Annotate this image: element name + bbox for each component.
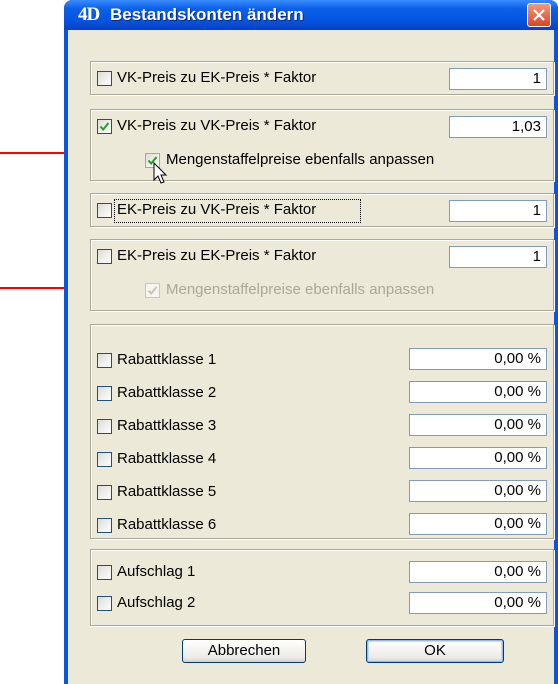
close-button[interactable] bbox=[527, 3, 551, 27]
checkbox-rabatt-5[interactable] bbox=[97, 485, 112, 500]
label-rabatt-3: Rabattklasse 3 bbox=[117, 417, 217, 434]
checkbox-rabatt-4[interactable] bbox=[97, 452, 112, 467]
group-vk-vk: VK-Preis zu VK-Preis * Faktor 1,03 Menge… bbox=[90, 109, 554, 184]
ok-button[interactable]: OK bbox=[366, 639, 504, 663]
checkbox-vk-ek[interactable] bbox=[97, 71, 112, 86]
value-field-aufschlag-1[interactable]: 0,00 % bbox=[409, 561, 547, 583]
group-vk-ek: VK-Preis zu EK-Preis * Faktor 1 bbox=[90, 61, 554, 95]
label-mengenstaffel-1: Mengenstaffelpreise ebenfalls anpassen bbox=[166, 151, 435, 168]
checkbox-vk-vk[interactable] bbox=[97, 119, 112, 134]
label-aufschlag-2: Aufschlag 2 bbox=[117, 594, 196, 611]
app-logo: 4D bbox=[78, 4, 100, 25]
factor-field-ek-vk[interactable]: 1 bbox=[449, 200, 547, 222]
checkbox-rabatt-3[interactable] bbox=[97, 419, 112, 434]
label-rabatt-2: Rabattklasse 2 bbox=[117, 384, 217, 401]
checkbox-rabatt-6[interactable] bbox=[97, 518, 112, 533]
label-rabatt-4: Rabattklasse 4 bbox=[117, 450, 217, 467]
label-rabatt-6: Rabattklasse 6 bbox=[117, 516, 217, 533]
checkbox-mengenstaffel-2[interactable] bbox=[145, 283, 160, 298]
checkbox-aufschlag-2[interactable] bbox=[97, 596, 112, 611]
group-ek-ek: EK-Preis zu EK-Preis * Faktor 1 Mengenst… bbox=[90, 239, 554, 311]
label-ek-ek: EK-Preis zu EK-Preis * Faktor bbox=[117, 247, 317, 264]
title-bar: 4D Bestandskonten ändern bbox=[64, 0, 558, 30]
label-aufschlag-1: Aufschlag 1 bbox=[117, 563, 196, 580]
label-vk-ek: VK-Preis zu EK-Preis * Faktor bbox=[117, 69, 317, 86]
dialog-window: 4D Bestandskonten ändern VK-Preis zu EK-… bbox=[64, 0, 558, 684]
dialog-client: VK-Preis zu EK-Preis * Faktor 1 VK-Preis… bbox=[68, 30, 554, 684]
label-mengenstaffel-2: Mengenstaffelpreise ebenfalls anpassen bbox=[166, 281, 435, 298]
checkbox-rabatt-1[interactable] bbox=[97, 353, 112, 368]
value-field-rabatt-6[interactable]: 0,00 % bbox=[409, 513, 547, 535]
value-field-rabatt-1[interactable]: 0,00 % bbox=[409, 348, 547, 370]
value-field-rabatt-2[interactable]: 0,00 % bbox=[409, 381, 547, 403]
close-icon bbox=[533, 9, 545, 21]
checkbox-rabatt-2[interactable] bbox=[97, 386, 112, 401]
factor-field-vk-ek[interactable]: 1 bbox=[449, 68, 547, 90]
mouse-cursor-icon bbox=[153, 162, 168, 184]
group-rabattklassen: Rabattklasse 1 0,00 % Rabattklasse 2 0,0… bbox=[90, 324, 554, 539]
checkbox-aufschlag-1[interactable] bbox=[97, 565, 112, 580]
value-field-rabatt-4[interactable]: 0,00 % bbox=[409, 447, 547, 469]
label-ek-vk: EK-Preis zu VK-Preis * Faktor bbox=[117, 201, 317, 218]
factor-field-vk-vk[interactable]: 1,03 bbox=[449, 116, 547, 138]
label-rabatt-1: Rabattklasse 1 bbox=[117, 351, 217, 368]
group-aufschlag: Aufschlag 1 0,00 % Aufschlag 2 0,00 % bbox=[90, 549, 554, 626]
window-title: Bestandskonten ändern bbox=[110, 5, 304, 24]
value-field-aufschlag-2[interactable]: 0,00 % bbox=[409, 592, 547, 614]
check-icon bbox=[147, 286, 158, 296]
cancel-button[interactable]: Abbrechen bbox=[182, 639, 306, 663]
value-field-rabatt-5[interactable]: 0,00 % bbox=[409, 480, 547, 502]
value-field-rabatt-3[interactable]: 0,00 % bbox=[409, 414, 547, 436]
label-vk-vk: VK-Preis zu VK-Preis * Faktor bbox=[117, 117, 317, 134]
label-rabatt-5: Rabattklasse 5 bbox=[117, 483, 217, 500]
checkbox-ek-ek[interactable] bbox=[97, 249, 112, 264]
factor-field-ek-ek[interactable]: 1 bbox=[449, 246, 547, 268]
checkbox-ek-vk[interactable] bbox=[97, 203, 112, 218]
group-ek-vk: EK-Preis zu VK-Preis * Faktor 1 bbox=[90, 193, 554, 227]
check-icon bbox=[99, 122, 110, 132]
